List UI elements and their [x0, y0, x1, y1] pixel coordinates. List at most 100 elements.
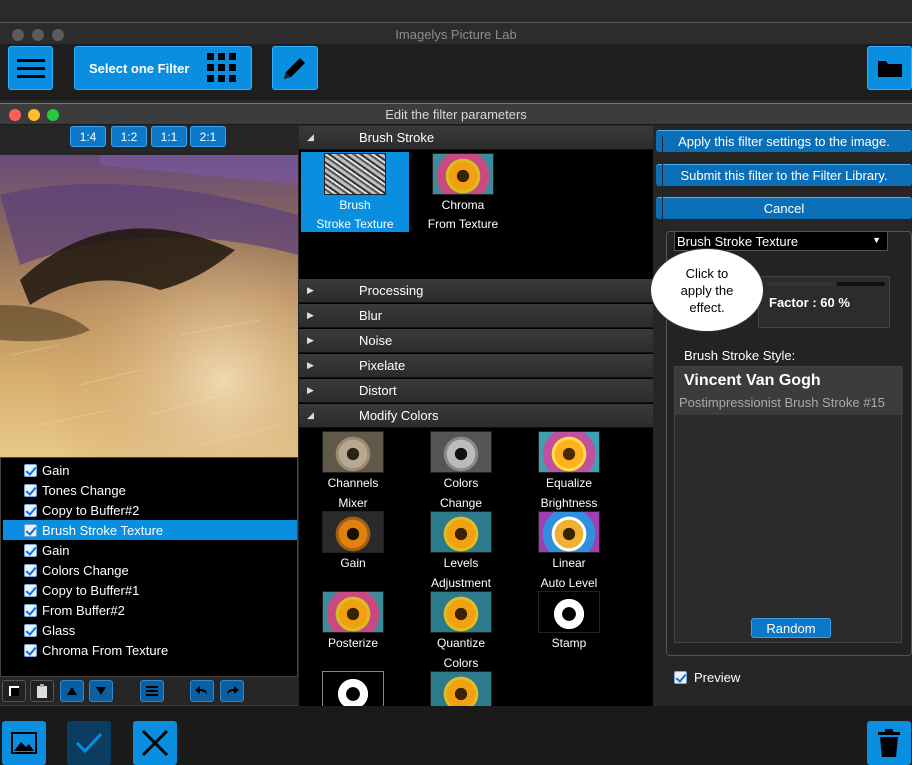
folder-icon	[877, 61, 902, 77]
stack-menu-button[interactable]	[140, 680, 164, 702]
stack-item-checkbox[interactable]	[24, 543, 37, 557]
delete-button[interactable]	[867, 721, 911, 765]
filter-label: Quantize	[436, 636, 486, 650]
list-menu-icon	[146, 686, 158, 696]
stack-item-selected[interactable]: Brush Stroke Texture	[3, 520, 297, 540]
stack-item-checkbox[interactable]	[24, 623, 37, 637]
filter-label: Linear	[552, 556, 586, 570]
cancel-button[interactable]: Cancel	[656, 197, 912, 219]
undo-icon	[195, 686, 207, 695]
filter-equalize-brightness[interactable]: Equalize Brightness	[515, 430, 623, 513]
filter-stack-list[interactable]: Gain Tones Change Copy to Buffer#2 Brush…	[0, 457, 298, 677]
hamburger-menu-icon	[16, 59, 45, 78]
menu-button[interactable]	[8, 46, 53, 90]
brush-style-selected[interactable]: Vincent Van Gogh Postimpressionist Brush…	[675, 367, 903, 415]
category-brush-stroke[interactable]: ◢ Brush Stroke	[299, 126, 653, 150]
filter-channels-mixer[interactable]: Channels Mixer	[299, 430, 407, 513]
stack-item-label: Tones Change	[42, 482, 126, 498]
stack-item[interactable]: Gain	[3, 540, 297, 560]
preview-toggle[interactable]: Preview	[674, 670, 740, 685]
stack-item[interactable]: Colors Change	[3, 560, 297, 580]
image-preview[interactable]	[0, 155, 298, 457]
stack-item[interactable]: Copy to Buffer#2	[3, 500, 297, 520]
zoom-1-4-button[interactable]: 1:4	[70, 126, 106, 147]
filter-brush-stroke-texture[interactable]: Brush Stroke Texture	[301, 152, 409, 232]
category-label: Distort	[359, 383, 397, 398]
stack-item-checkbox[interactable]	[24, 583, 37, 597]
confirm-button[interactable]	[67, 721, 111, 765]
filter-colors-change[interactable]: Colors Change	[407, 430, 515, 513]
filter-thumbnail	[432, 153, 494, 195]
callout-text: apply the	[680, 282, 734, 298]
category-distort[interactable]: ▶ Distort	[299, 379, 653, 403]
brush-style-label: Brush Stroke Style:	[684, 348, 796, 363]
move-down-button[interactable]	[89, 680, 113, 702]
brush-style-name: Vincent Van Gogh	[684, 372, 821, 389]
filter-partial[interactable]	[299, 670, 407, 706]
filter-label: Chroma	[441, 198, 485, 212]
category-processing[interactable]: ▶ Processing	[299, 279, 653, 303]
new-document-icon	[9, 686, 19, 696]
random-button[interactable]: Random	[751, 618, 831, 638]
stack-item-checkbox[interactable]	[24, 603, 37, 617]
filter-thumbnail	[322, 511, 384, 553]
zoom-1-2-button[interactable]: 1:2	[111, 126, 147, 147]
redo-button[interactable]	[220, 680, 244, 702]
expanded-triangle-icon: ◢	[307, 410, 314, 420]
trash-icon	[878, 729, 900, 757]
filter-chroma-from-texture[interactable]: Chroma From Texture	[409, 152, 517, 232]
stack-item-checkbox[interactable]	[24, 483, 37, 497]
stack-item-checkbox[interactable]	[24, 563, 37, 577]
preview-checkbox[interactable]	[674, 671, 687, 684]
stack-item-checkbox[interactable]	[24, 463, 37, 477]
factor-slider[interactable]: Factor : 60 %	[758, 276, 890, 328]
stack-item[interactable]: Gain	[3, 460, 297, 480]
new-item-button[interactable]	[2, 680, 26, 702]
filter-quantize-colors[interactable]: Quantize Colors	[407, 590, 515, 673]
discard-button[interactable]	[133, 721, 177, 765]
stack-item[interactable]: Glass	[3, 620, 297, 640]
filter-thumbnail	[430, 431, 492, 473]
brush-style-list[interactable]: Vincent Van Gogh Postimpressionist Brush…	[674, 366, 903, 643]
category-blur[interactable]: ▶ Blur	[299, 304, 653, 328]
category-noise[interactable]: ▶ Noise	[299, 329, 653, 353]
stack-item-checkbox[interactable]	[24, 643, 37, 657]
app-root: Imagelys Picture Lab Select one Filter E…	[0, 0, 912, 765]
filter-gain[interactable]: Gain	[299, 510, 407, 573]
factor-track[interactable]	[765, 282, 885, 286]
filter-posterize[interactable]: Posterize	[299, 590, 407, 653]
filter-linear-auto-level[interactable]: Linear Auto Level	[515, 510, 623, 593]
filter-levels-adjustment[interactable]: Levels Adjustment	[407, 510, 515, 593]
zoom-2-1-button[interactable]: 2:1	[190, 126, 226, 147]
stack-item[interactable]: Chroma From Texture	[3, 640, 297, 660]
image-icon	[11, 732, 37, 754]
stack-item[interactable]: Tones Change	[3, 480, 297, 500]
zoom-1-1-button[interactable]: 1:1	[151, 126, 187, 147]
edit-filter-button[interactable]	[272, 46, 318, 90]
filter-stamp[interactable]: Stamp	[515, 590, 623, 653]
clipboard-icon	[37, 684, 47, 698]
stack-item-label: Copy to Buffer#1	[42, 582, 140, 598]
apply-filter-button[interactable]: Apply this filter settings to the image.	[656, 130, 912, 152]
stack-item-label: From Buffer#2	[42, 602, 125, 618]
submit-filter-button[interactable]: Submit this filter to the Filter Library…	[656, 164, 912, 186]
category-modify-colors[interactable]: ◢ Modify Colors	[299, 404, 653, 428]
arrow-up-icon	[67, 687, 77, 695]
select-filter-button[interactable]: Select one Filter	[74, 46, 252, 90]
move-up-button[interactable]	[60, 680, 84, 702]
filter-partial[interactable]	[407, 670, 515, 706]
pencil-icon	[284, 58, 305, 79]
stack-item-label: Gain	[42, 462, 70, 478]
stack-item-label: Chroma From Texture	[42, 642, 169, 658]
paste-button[interactable]	[30, 680, 54, 702]
stack-item-checkbox[interactable]	[24, 503, 37, 517]
parameters-panel: Apply this filter settings to the image.…	[654, 126, 912, 706]
image-button[interactable]	[2, 721, 46, 765]
stack-item[interactable]: Copy to Buffer#1	[3, 580, 297, 600]
stack-item[interactable]: From Buffer#2	[3, 600, 297, 620]
category-pixelate[interactable]: ▶ Pixelate	[299, 354, 653, 378]
stack-item-checkbox[interactable]	[24, 523, 37, 537]
open-file-button[interactable]	[867, 46, 912, 90]
dropdown-arrow-icon: ▼	[872, 235, 881, 245]
undo-button[interactable]	[190, 680, 214, 702]
